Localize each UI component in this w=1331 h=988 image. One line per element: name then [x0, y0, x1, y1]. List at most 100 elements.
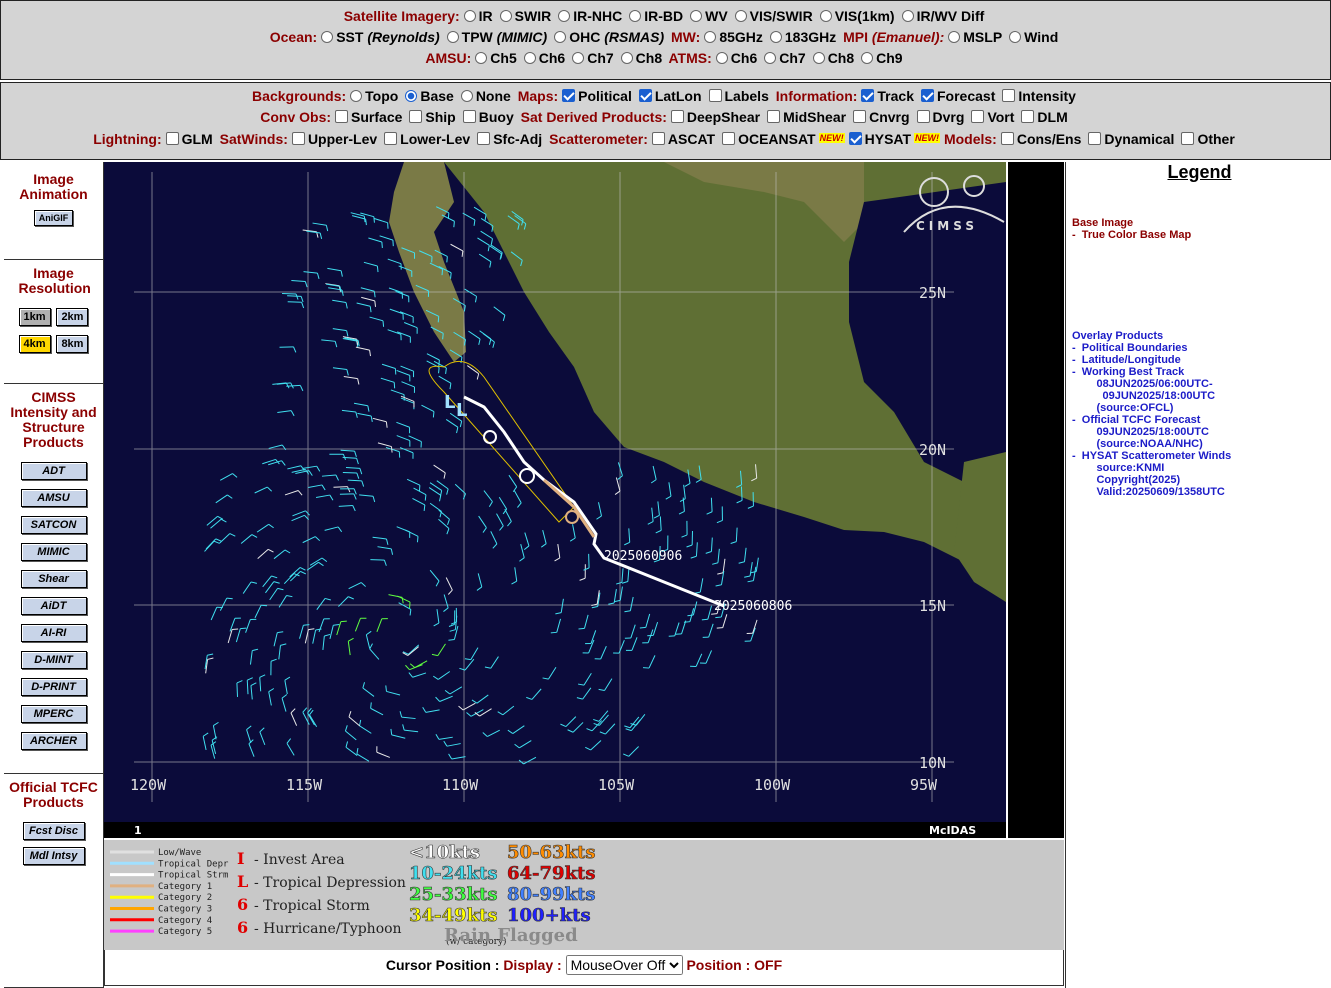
sw-upper-lev-label: Upper-Lev [307, 131, 378, 147]
lat-label: 25N [919, 284, 946, 302]
sw-upper-lev-chk[interactable] [291, 132, 305, 145]
product-archer-button[interactable]: ARCHER [20, 732, 87, 750]
display-select[interactable]: MouseOver Off [565, 955, 683, 975]
sd-deepshear-chk[interactable] [670, 110, 684, 123]
track-type-label: Category 4 [158, 916, 212, 926]
bg-none-label: None [475, 88, 511, 104]
product-amsu-button[interactable]: AMSU [20, 489, 87, 507]
mw-183ghz-radio[interactable] [769, 31, 782, 43]
ocean-sst-label: SST (Reynolds) [336, 29, 440, 45]
sat-swir-radio[interactable] [499, 10, 512, 22]
conv-buoy-chk[interactable] [462, 110, 476, 123]
backgrounds-label: Backgrounds: [252, 88, 347, 104]
bg-base-radio[interactable] [405, 90, 418, 102]
anigif-button[interactable]: AniGIF [33, 210, 74, 226]
amsu-ch6-radio[interactable] [523, 52, 536, 64]
product-aidt-button[interactable]: AiDT [20, 597, 87, 615]
scat-ascat-chk[interactable] [651, 132, 665, 145]
display-label: Display : [503, 957, 562, 973]
map-latlon-chk[interactable] [638, 89, 652, 102]
ocean-sst-radio[interactable] [321, 31, 334, 43]
ocean-ohc-radio[interactable] [554, 31, 567, 43]
lon-label: 95W [910, 776, 938, 794]
light-glm-chk[interactable] [165, 132, 179, 145]
product-ai-ri-button[interactable]: AI-RI [20, 624, 87, 642]
amsu-ch7-radio[interactable] [572, 52, 585, 64]
maps-label: Maps: [517, 88, 559, 104]
product-mimic-button[interactable]: MIMIC [20, 543, 87, 561]
sd-vort-chk[interactable] [971, 110, 985, 123]
bg-none-radio[interactable] [460, 90, 473, 102]
ocean-tpw-radio[interactable] [446, 31, 459, 43]
symbol-label: - Tropical Depression [254, 875, 406, 891]
res-8km-button[interactable]: 8km [56, 335, 89, 353]
sat-ir-nhc-radio[interactable] [558, 10, 571, 22]
info-intensity-chk[interactable] [1002, 89, 1016, 102]
model-dynamical-chk[interactable] [1088, 132, 1102, 145]
mpi-mslp-radio[interactable] [948, 31, 961, 43]
product-d-print-button[interactable]: D-PRINT [20, 678, 87, 696]
satellite-map[interactable]: L L 2025060906 2025060806 25N 20N 15N 10N 1… [104, 162, 1006, 838]
base-image-title: Base Image [1072, 217, 1134, 229]
map-labels-chk[interactable] [708, 89, 722, 102]
map-political-chk[interactable] [562, 89, 576, 102]
sd-dvrg-label: Dvrg [932, 109, 965, 125]
sw-sfc-adj-chk[interactable] [477, 132, 491, 145]
atms-ch9-radio[interactable] [861, 52, 874, 64]
res-4km-button[interactable]: 4km [18, 335, 51, 353]
wind-speed-label: 80-99kts [507, 884, 596, 905]
fcst-disc-button[interactable]: Fcst Disc [22, 822, 85, 840]
track-type-label: Category 3 [158, 905, 212, 915]
lon-label: 110W [442, 776, 479, 794]
cursor-label: Cursor Position : [385, 957, 500, 973]
model-other-chk[interactable] [1181, 132, 1195, 145]
base-image-item: - True Color Base Map [1072, 229, 1192, 241]
legend-title: Legend [1167, 162, 1232, 182]
sat-vis-swir-label: VIS/SWIR [749, 8, 813, 24]
atms-ch6-radio[interactable] [715, 52, 728, 64]
sd-midshear-chk[interactable] [767, 110, 781, 123]
wind-speed-label: 50-63kts [507, 842, 596, 863]
sd-cnvrg-chk[interactable] [853, 110, 867, 123]
product-mperc-button[interactable]: MPERC [20, 705, 87, 723]
sat-vis-1km--radio[interactable] [819, 10, 832, 22]
amsu-ch5-radio[interactable] [475, 52, 488, 64]
bg-topo-radio[interactable] [350, 90, 363, 102]
product-adt-button[interactable]: ADT [20, 462, 87, 480]
wind-speed-label: 10-24kts [409, 863, 498, 884]
sat-wv-radio[interactable] [690, 10, 703, 22]
sd-dlm-chk[interactable] [1021, 110, 1035, 123]
info-track-chk[interactable] [861, 89, 875, 102]
scat-hysat-chk[interactable] [848, 132, 862, 145]
sd-dvrg-chk[interactable] [916, 110, 930, 123]
lat-label: 20N [919, 441, 946, 459]
legend-strip-canvas: Low/WaveTropical DeprTropical StrmCatego… [104, 840, 596, 948]
mw-85ghz-radio[interactable] [704, 31, 717, 43]
res-2km-button[interactable]: 2km [56, 308, 89, 326]
atms-ch8-radio[interactable] [812, 52, 825, 64]
product-satcon-button[interactable]: SATCON [20, 516, 87, 534]
product-shear-button[interactable]: Shear [20, 570, 87, 588]
overlay-line: - Working Best Track [1072, 366, 1185, 378]
sat-vis-swir-radio[interactable] [734, 10, 747, 22]
mpi-wind-radio[interactable] [1009, 31, 1022, 43]
sat-ir-wv-diff-radio[interactable] [901, 10, 914, 22]
mdl-intsy-button[interactable]: Mdl Intsy [22, 847, 85, 865]
satellite-options-bar: Satellite Imagery: IR SWIR IR-NHC IR-BD WV VIS… [0, 0, 1331, 80]
info-forecast-label: Forecast [937, 88, 996, 104]
scat-hysat-label: HYSAT [864, 131, 912, 147]
conv-ship-chk[interactable] [409, 110, 423, 123]
atms-ch7-radio[interactable] [764, 52, 777, 64]
ocean-tpw-label: TPW (MIMIC) [461, 29, 548, 45]
res-1km-button[interactable]: 1km [18, 308, 51, 326]
info-forecast-chk[interactable] [921, 89, 934, 102]
resolution-title: Image Resolution [18, 265, 91, 296]
sw-lower-lev-chk[interactable] [384, 132, 398, 145]
amsu-ch8-radio[interactable] [620, 52, 633, 64]
product-d-mint-button[interactable]: D-MINT [20, 651, 87, 669]
conv-surface-chk[interactable] [335, 110, 349, 123]
scat-oceansat-chk[interactable] [722, 132, 736, 145]
model-cons-ens-chk[interactable] [1000, 132, 1014, 145]
sat-ir-bd-radio[interactable] [629, 10, 642, 22]
sat-ir-radio[interactable] [463, 10, 476, 22]
